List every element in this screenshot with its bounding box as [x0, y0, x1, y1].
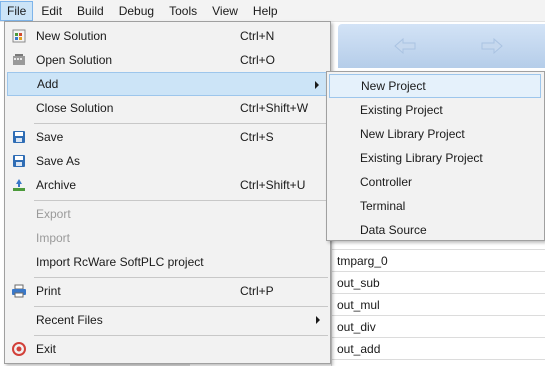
menu-item-save-as[interactable]: Save As: [7, 149, 328, 173]
new-solution-icon: [12, 29, 26, 43]
menu-item-print[interactable]: Print Ctrl+P: [7, 279, 328, 303]
submenu-item-new-library-project[interactable]: New Library Project: [329, 122, 541, 146]
menu-item-export: Export: [7, 202, 328, 226]
menu-bar: File Edit Build Debug Tools View Help: [0, 0, 545, 22]
menu-item-shortcut: Ctrl+O: [240, 53, 276, 67]
list-item[interactable]: out_add: [331, 338, 545, 360]
menu-separator: [34, 306, 328, 307]
menu-item-open-solution[interactable]: Open Solution Ctrl+O: [7, 48, 328, 72]
menu-tools[interactable]: Tools: [162, 1, 204, 21]
menu-help[interactable]: Help: [246, 1, 285, 21]
menu-item-label: Close Solution: [36, 101, 114, 115]
menu-item-add[interactable]: Add: [7, 72, 328, 96]
save-icon: [13, 131, 25, 143]
menu-item-label: Archive: [36, 178, 77, 192]
menu-separator: [34, 335, 328, 336]
menu-separator: [34, 277, 328, 278]
exit-icon: [12, 342, 26, 356]
submenu-item-data-source[interactable]: Data Source: [329, 218, 541, 242]
submenu-item-label: New Library Project: [360, 127, 465, 141]
submenu-item-terminal[interactable]: Terminal: [329, 194, 541, 218]
submenu-item-label: Data Source: [360, 223, 427, 237]
menu-debug[interactable]: Debug: [112, 1, 161, 21]
menu-item-import-rcware[interactable]: Import RcWare SoftPLC project: [7, 250, 328, 274]
menu-item-shortcut: Ctrl+N: [240, 29, 275, 43]
list-item[interactable]: out_div: [331, 316, 545, 338]
submenu-item-label: Controller: [360, 175, 413, 189]
list-item[interactable]: out_mul: [331, 294, 545, 316]
menu-item-shortcut: Ctrl+Shift+W: [240, 101, 309, 115]
menu-file[interactable]: File: [0, 0, 34, 21]
forward-arrow-icon[interactable]: [480, 38, 504, 54]
menu-item-shortcut: Ctrl+S: [240, 130, 274, 144]
menu-item-label: Open Solution: [36, 53, 113, 67]
archive-icon: [13, 179, 25, 191]
menu-item-save[interactable]: Save Ctrl+S: [7, 125, 328, 149]
file-menu-dropdown: New Solution Ctrl+N Open Solution Ctrl+O…: [4, 21, 331, 364]
menu-item-label: Add: [37, 77, 59, 91]
menu-item-label: New Solution: [36, 29, 107, 43]
open-solution-icon: [13, 54, 25, 65]
menu-edit[interactable]: Edit: [34, 1, 69, 21]
submenu-arrow-icon: [316, 316, 320, 324]
variable-list: tmparg_0 out_sub out_mul out_div out_add: [331, 228, 545, 360]
submenu-arrow-icon: [315, 81, 319, 89]
save-as-icon: [13, 155, 25, 167]
menu-view[interactable]: View: [205, 1, 245, 21]
submenu-item-existing-library-project[interactable]: Existing Library Project: [329, 146, 541, 170]
menu-item-label: Import RcWare SoftPLC project: [36, 255, 204, 269]
back-arrow-icon[interactable]: [393, 38, 417, 54]
menu-item-new-solution[interactable]: New Solution Ctrl+N: [7, 24, 328, 48]
menu-item-label: Export: [36, 207, 71, 221]
submenu-item-controller[interactable]: Controller: [329, 170, 541, 194]
list-item[interactable]: out_sub: [331, 272, 545, 294]
list-item[interactable]: tmparg_0: [331, 250, 545, 272]
submenu-item-label: Existing Project: [360, 103, 443, 117]
menu-item-close-solution[interactable]: Close Solution Ctrl+Shift+W: [7, 96, 328, 120]
menu-item-label: Import: [36, 231, 71, 245]
menu-item-shortcut: Ctrl+P: [240, 284, 274, 298]
menu-build[interactable]: Build: [70, 1, 111, 21]
menu-item-label: Exit: [36, 342, 57, 356]
menu-separator: [34, 123, 328, 124]
menu-separator: [34, 200, 328, 201]
menu-item-archive[interactable]: Archive Ctrl+Shift+U: [7, 173, 328, 197]
menu-item-import: Import: [7, 226, 328, 250]
add-submenu: New Project Existing Project New Library…: [326, 71, 545, 241]
menu-item-label: Print: [36, 284, 61, 298]
menu-item-exit[interactable]: Exit: [7, 337, 328, 361]
menu-item-shortcut: Ctrl+Shift+U: [240, 178, 306, 192]
menu-item-label: Recent Files: [36, 313, 103, 327]
submenu-item-label: Existing Library Project: [360, 151, 483, 165]
print-icon: [12, 284, 26, 298]
submenu-item-new-project[interactable]: New Project: [329, 74, 541, 98]
submenu-item-label: Terminal: [360, 199, 406, 213]
menu-item-label: Save As: [36, 154, 81, 168]
menu-item-label: Save: [36, 130, 64, 144]
toolbar-background: [338, 24, 545, 68]
submenu-item-label: New Project: [361, 79, 426, 93]
submenu-item-existing-project[interactable]: Existing Project: [329, 98, 541, 122]
menu-item-recent-files[interactable]: Recent Files: [7, 308, 328, 332]
